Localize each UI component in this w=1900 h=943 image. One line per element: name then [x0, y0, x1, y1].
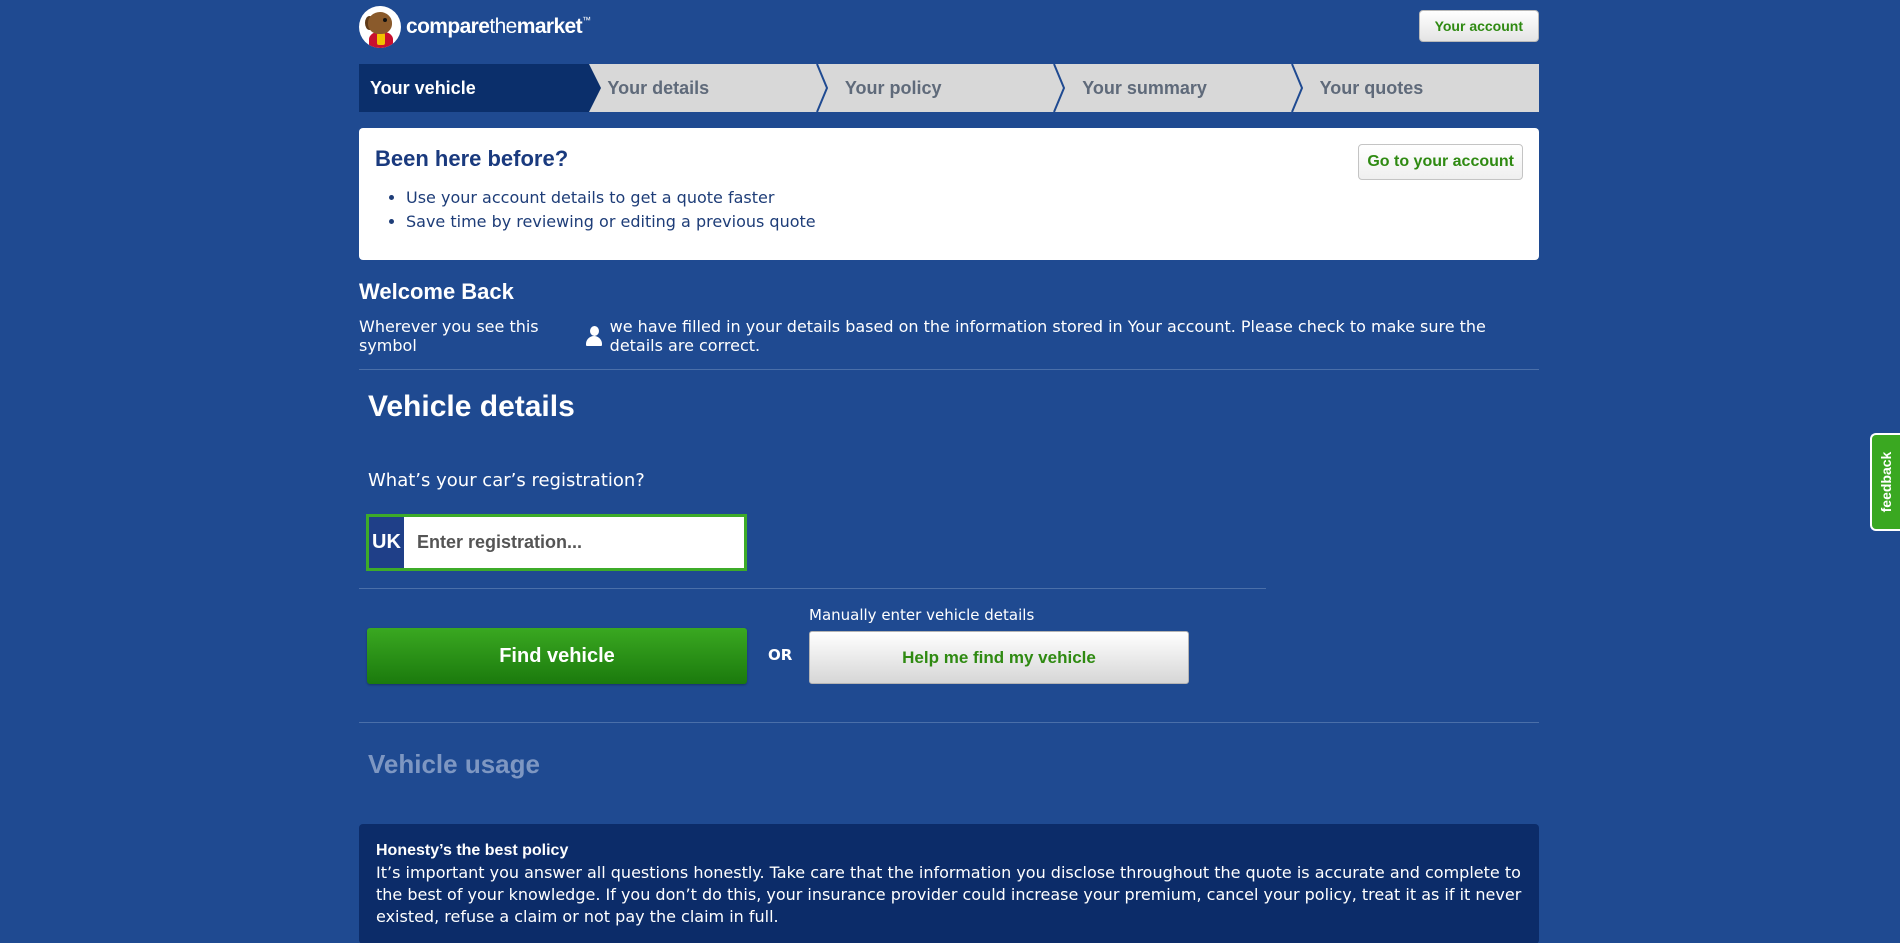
welcome-text: Wherever you see this symbol we have fil… — [359, 317, 1539, 355]
feedback-tab[interactable]: feedback — [1870, 433, 1900, 531]
meerkat-logo-icon — [359, 6, 401, 48]
header: comparethemarket™ Your account — [359, 0, 1539, 56]
welcome-text-before: Wherever you see this symbol — [359, 317, 539, 355]
manual-entry-label: Manually enter vehicle details — [809, 606, 1035, 624]
registration-question: What’s your car’s registration? — [368, 470, 645, 491]
step-separator-icon — [815, 64, 828, 112]
user-icon — [585, 326, 603, 346]
logo-text: comparethemarket™ — [406, 15, 591, 38]
page: comparethemarket™ Your account Your vehi… — [359, 0, 1539, 943]
or-separator: OR — [768, 646, 793, 664]
been-here-before-panel: Been here before? Use your account detai… — [359, 128, 1539, 260]
panel-title: Been here before? — [375, 146, 569, 171]
honesty-title: Honesty’s the best policy — [376, 842, 569, 859]
registration-input[interactable] — [404, 517, 744, 568]
step-label: Your summary — [1082, 78, 1207, 98]
honesty-notice: Honesty’s the best policy It’s important… — [359, 824, 1539, 943]
step-your-quotes[interactable]: Your quotes — [1302, 64, 1539, 112]
uk-plate-label: UK — [369, 517, 404, 568]
logo[interactable]: comparethemarket™ — [359, 6, 591, 48]
step-separator-icon — [1053, 64, 1066, 112]
help-find-vehicle-button[interactable]: Help me find my vehicle — [809, 631, 1189, 684]
panel-bullet: Use your account details to get a quote … — [406, 186, 1523, 210]
go-to-account-button[interactable]: Go to your account — [1358, 144, 1523, 180]
registration-field: UK — [366, 514, 747, 571]
step-separator-icon — [1290, 64, 1303, 112]
divider — [359, 722, 1539, 723]
vehicle-details-section: Vehicle details What’s your car’s regist… — [359, 370, 1539, 943]
find-vehicle-button[interactable]: Find vehicle — [367, 628, 747, 684]
divider — [359, 588, 1266, 589]
step-your-summary[interactable]: Your summary — [1064, 64, 1303, 112]
welcome-title: Welcome Back — [359, 279, 514, 304]
welcome-text-after: we have filled in your details based on … — [609, 317, 1486, 355]
honesty-text: It’s important you answer all questions … — [376, 863, 1522, 926]
vehicle-usage-title: Vehicle usage — [368, 749, 540, 779]
panel-bullet-list: Use your account details to get a quote … — [406, 186, 1523, 234]
your-account-button[interactable]: Your account — [1418, 10, 1539, 42]
step-label: Your details — [607, 78, 710, 98]
feedback-label: feedback — [1878, 451, 1894, 513]
step-label: Your policy — [844, 78, 942, 98]
vehicle-details-title: Vehicle details — [368, 390, 575, 423]
progress-steps: Your vehicle Your details Your policy Yo… — [359, 64, 1539, 112]
step-your-details[interactable]: Your details — [589, 64, 828, 112]
panel-bullet: Save time by reviewing or editing a prev… — [406, 210, 1523, 234]
step-your-policy[interactable]: Your policy — [827, 64, 1066, 112]
step-your-vehicle[interactable]: Your vehicle — [359, 64, 602, 112]
